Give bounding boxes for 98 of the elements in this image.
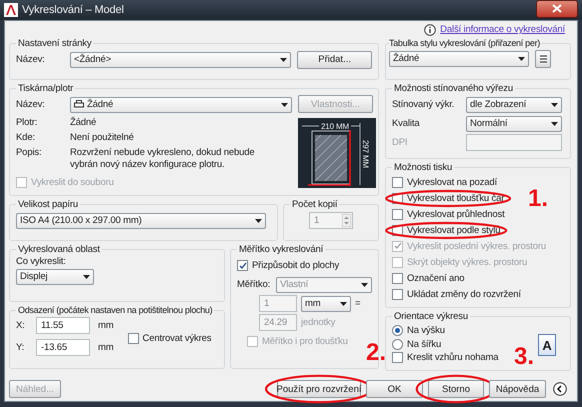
radio-button[interactable] — [392, 324, 403, 336]
field-label: Kvalita — [392, 118, 421, 129]
checkbox-label: Kreslit vzhůru nohama — [407, 352, 498, 363]
dpi-field[interactable] — [466, 134, 562, 151]
group-title: Tiskárna/plotr — [17, 83, 74, 94]
caret-icon — [361, 282, 368, 286]
field-label: DPI — [392, 137, 408, 148]
add-button[interactable]: Přidat... — [297, 50, 372, 68]
viewport-select[interactable]: dle Zobrazení — [466, 96, 562, 112]
group-title: Tabulka stylu vykreslování (přiřazení per) — [389, 38, 540, 48]
dialog-button[interactable]: Použít pro rozvržení — [277, 380, 361, 398]
checkbox-label: Vykreslit do souboru — [31, 177, 114, 188]
field-label: Y: — [16, 342, 26, 353]
check-icon — [394, 242, 402, 250]
caret-icon — [255, 218, 262, 222]
paper-size-select[interactable]: ISO A4 (210.00 x 297.00 mm) — [16, 212, 266, 228]
plot-area-select[interactable]: Displej — [16, 268, 94, 284]
equals-sign: = — [355, 298, 360, 309]
checkbox[interactable] — [392, 176, 403, 188]
caret-icon — [83, 274, 90, 278]
field-label: Měřítko: — [237, 279, 270, 290]
close-icon — [552, 4, 562, 13]
field-value: Není použitelné — [70, 132, 135, 144]
group-title: Velikost papíru — [17, 199, 80, 210]
unit-label: mm — [98, 342, 114, 353]
group-title: Odsazení (počátek nastaven na potištitelnou plochu) — [17, 305, 214, 315]
viewport-select[interactable]: Normální — [466, 116, 562, 132]
step-number: 1. — [528, 186, 548, 212]
step-number: 2. — [366, 340, 386, 366]
field-label: X: — [16, 320, 26, 331]
edit-button[interactable] — [535, 50, 551, 68]
table-icon — [538, 54, 548, 64]
window-title: Vykreslování – Model — [22, 4, 125, 16]
group-title: Možnosti tisku — [393, 162, 454, 173]
checkbox[interactable] — [392, 288, 403, 300]
field-label: Stínovaný výkr. — [392, 99, 456, 110]
group-title: Měřítko vykreslování — [238, 244, 324, 255]
group-title: Možnosti stínovaného výřezu — [393, 83, 514, 94]
group-title: Nastavení stránky — [17, 38, 92, 49]
checkbox[interactable] — [392, 208, 403, 220]
checkbox-label: Vykreslovat průhlednost — [407, 208, 505, 220]
field-label: Název: — [16, 99, 46, 110]
collapse-icon[interactable] — [553, 382, 567, 396]
printer-select[interactable]: Žádné — [70, 96, 292, 112]
checkbox-label: Vykreslovat na pozadí — [407, 176, 497, 188]
unit-select[interactable]: mm — [301, 296, 351, 312]
caret-icon — [518, 56, 525, 60]
dialog-button[interactable]: Nápověda — [489, 380, 546, 398]
radio-label: Na výšku — [407, 324, 445, 336]
checkbox[interactable] — [128, 332, 139, 344]
field-label: Popis: — [16, 147, 43, 158]
info-link[interactable]: Další informace o vykreslování — [440, 24, 565, 35]
field-label: jednotky — [301, 317, 336, 328]
caret-icon — [551, 102, 558, 106]
checkbox-label: Vykreslit poslední výkres. prostoru — [407, 240, 546, 252]
field-value: Žádné — [70, 117, 98, 129]
orientation-icon: A — [538, 334, 556, 356]
plot-style-select[interactable]: Žádné — [389, 50, 529, 66]
checkbox-label: Označení ano — [407, 272, 464, 284]
checkbox[interactable] — [237, 260, 248, 271]
radio-button[interactable] — [392, 338, 403, 350]
field-value: Rozvržení nebude vykresleno, dokud nebude vybrán nový název konfigurace plotru. — [70, 147, 256, 171]
check-icon — [238, 262, 246, 270]
app-icon — [4, 3, 18, 17]
info-icon — [424, 24, 436, 36]
printer-icon — [74, 100, 84, 109]
group-title: Vykreslovaná oblast — [17, 244, 101, 255]
dialog-button[interactable]: Storno — [428, 380, 484, 398]
field-label: Kde: — [16, 132, 36, 143]
step-number: 3. — [514, 344, 534, 370]
unit-label: mm — [98, 320, 114, 331]
caret-icon — [281, 102, 288, 106]
page-setup-select[interactable]: <Žádné> — [70, 52, 292, 68]
checkbox-label: Skrýt objekty výkres. prostoru — [407, 256, 528, 268]
caret-icon — [280, 58, 288, 62]
width-dimension: 210 MM — [321, 122, 349, 131]
field-label: Co vykreslit: — [16, 256, 66, 267]
checkbox[interactable] — [392, 272, 403, 284]
dialog-button[interactable]: OK — [366, 380, 423, 398]
checkbox-label: Přizpůsobit do plochy — [252, 260, 340, 271]
group-title: Počet kopií — [291, 199, 338, 210]
height-dimension: 297 MM — [361, 140, 370, 168]
spinner-arrows-icon — [342, 214, 351, 227]
checkbox-label: Ukládat změny do rozvržení — [407, 288, 521, 300]
checkbox-label: Centrovat výkres — [142, 332, 212, 344]
paper-sheet-drawing — [302, 122, 360, 187]
close-button[interactable] — [536, 0, 578, 18]
checkbox-label: Vykreslovat tloušťku čar — [407, 192, 504, 204]
radio-label: Na šířku — [407, 338, 442, 350]
field-label: Název: — [16, 54, 46, 65]
checkbox-label: Měřítko i pro tloušťku — [262, 336, 348, 347]
checkbox[interactable] — [392, 352, 403, 363]
group-title: Orientace výkresu — [393, 311, 470, 322]
caret-icon — [551, 122, 558, 126]
offset-field[interactable]: 11.55 — [36, 317, 90, 334]
caret-icon — [340, 302, 347, 306]
field-label: Plotr: — [16, 117, 38, 128]
offset-field[interactable]: -13.65 — [36, 339, 90, 356]
